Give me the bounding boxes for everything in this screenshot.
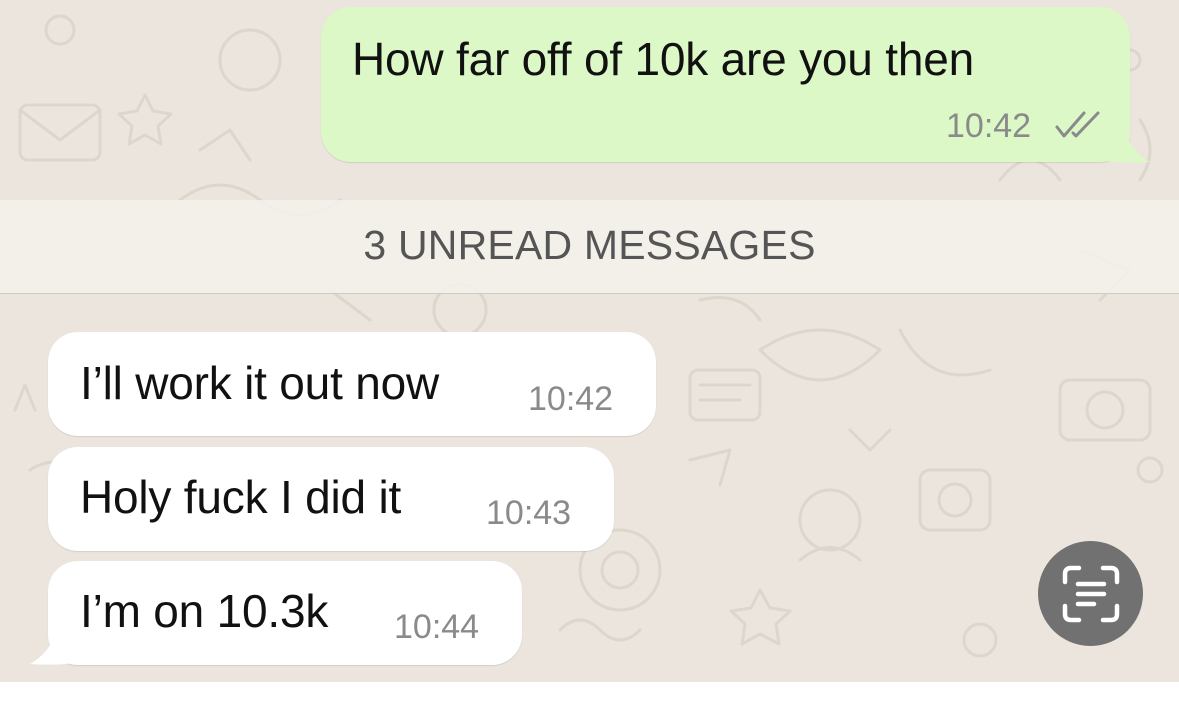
incoming-bubble-tail bbox=[30, 622, 80, 665]
live-text-button[interactable] bbox=[1038, 541, 1143, 646]
bottom-strip bbox=[0, 682, 1179, 718]
outgoing-bubble-tail bbox=[1100, 120, 1150, 163]
chat-area[interactable]: How far off of 10k are you then 10:42 3 … bbox=[0, 0, 1179, 682]
outgoing-message-text: How far off of 10k are you then bbox=[352, 33, 974, 85]
outgoing-message-time: 10:42 bbox=[946, 107, 1032, 145]
incoming-message-time: 10:42 bbox=[528, 380, 614, 418]
double-check-icon bbox=[1055, 111, 1100, 138]
incoming-message-text: I’m on 10.3k bbox=[80, 585, 329, 637]
incoming-message-text: Holy fuck I did it bbox=[80, 471, 402, 523]
scan-text-icon bbox=[1062, 565, 1119, 622]
unread-messages-label: 3 UNREAD MESSAGES bbox=[363, 222, 816, 268]
unread-messages-banner: 3 UNREAD MESSAGES bbox=[0, 200, 1179, 294]
incoming-message-time: 10:43 bbox=[486, 494, 572, 532]
incoming-message-text: I’ll work it out now bbox=[80, 357, 440, 409]
incoming-message-time: 10:44 bbox=[394, 608, 480, 646]
